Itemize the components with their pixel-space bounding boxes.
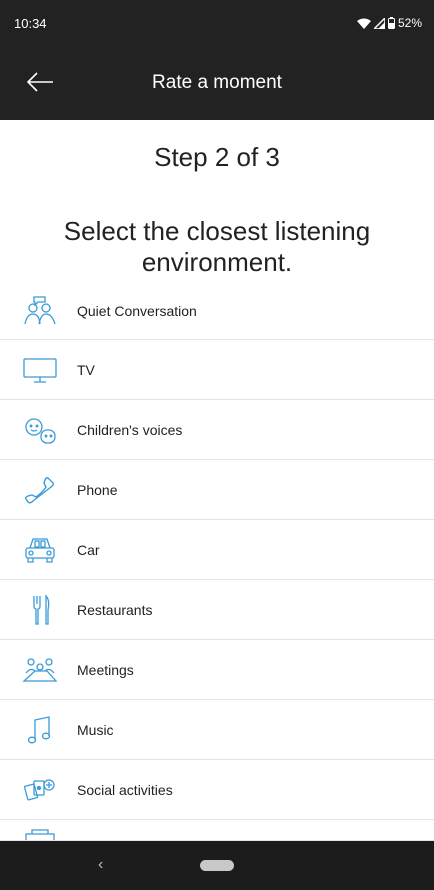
list-item-label: Car: [77, 541, 100, 558]
car-icon: [20, 534, 60, 566]
social-activities-icon: [20, 774, 60, 806]
music-icon: [20, 714, 60, 746]
battery-percent: 52%: [397, 16, 422, 30]
list-item-label: Meetings: [77, 661, 134, 678]
list-item-label: Social activities: [77, 781, 173, 798]
list-item-label: TV: [77, 361, 95, 378]
nav-back-button[interactable]: ‹: [98, 856, 103, 874]
list-item-social-activities[interactable]: Social activities: [0, 760, 434, 820]
list-item-label: Quiet Conversation: [77, 303, 197, 319]
signal-icon: [373, 17, 385, 29]
list-item-tv[interactable]: TV: [0, 340, 434, 400]
page-title: Rate a moment: [152, 72, 282, 93]
environment-list: Quiet Conversation TV Children's voices …: [0, 283, 434, 841]
status-bar: 10:34 52%: [0, 0, 434, 48]
nav-home-pill[interactable]: [200, 860, 234, 871]
list-item-label: Phone: [77, 481, 118, 498]
list-item-label: Restaurants: [77, 601, 153, 618]
instruction-heading: Select the closest listening environment…: [63, 216, 371, 277]
list-item-quiet-conversation[interactable]: Quiet Conversation: [0, 283, 434, 340]
restaurant-icon: [20, 593, 60, 626]
partial-item-icon: [20, 820, 60, 840]
battery-icon: [387, 17, 395, 29]
quiet-conversation-icon: [20, 295, 60, 327]
phone-icon: [20, 474, 60, 506]
step-indicator: Step 2 of 3: [154, 142, 280, 172]
app-bar: Rate a moment: [0, 48, 434, 120]
list-item-phone[interactable]: Phone: [0, 460, 434, 520]
status-time: 10:34: [14, 16, 47, 31]
list-item-meetings[interactable]: Meetings: [0, 640, 434, 700]
meetings-icon: [20, 654, 60, 686]
system-nav-bar: ‹: [0, 841, 434, 890]
list-item-label: Children's voices: [77, 421, 183, 438]
list-item-restaurants[interactable]: Restaurants: [0, 580, 434, 640]
wifi-icon: [356, 18, 371, 29]
list-item-partial[interactable]: [0, 820, 434, 841]
list-item-label: Music: [77, 721, 114, 738]
tv-icon: [20, 354, 60, 386]
childrens-voices-icon: [20, 414, 60, 446]
status-icons: 52%: [356, 16, 422, 30]
list-item-car[interactable]: Car: [0, 520, 434, 580]
list-item-childrens-voices[interactable]: Children's voices: [0, 400, 434, 460]
list-item-music[interactable]: Music: [0, 700, 434, 760]
